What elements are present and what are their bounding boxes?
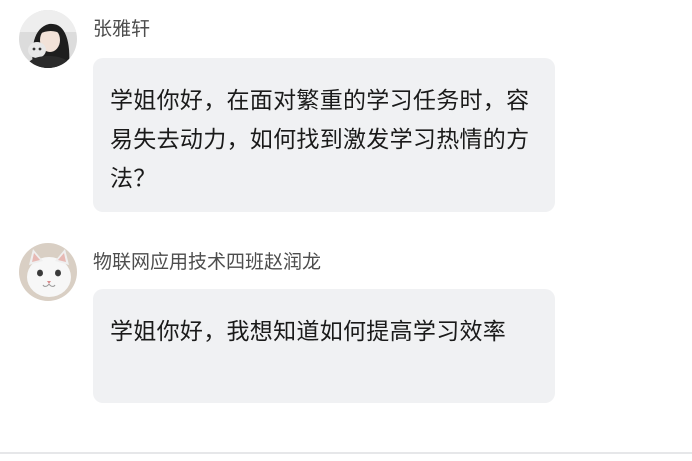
sender-name[interactable]: 物联网应用技术四班赵润龙: [93, 250, 321, 274]
message-bubble: 学姐你好，在面对繁重的学习任务时，容易失去动力，如何找到激发学习热情的方法？: [93, 58, 555, 212]
message-bubble: 学姐你好，我想知道如何提高学习效率: [93, 289, 555, 403]
sender-name[interactable]: 张雅轩: [93, 17, 150, 41]
avatar-photo-girl-icon: [19, 10, 77, 68]
avatar[interactable]: [19, 10, 77, 68]
divider: [0, 452, 692, 454]
avatar[interactable]: [19, 243, 77, 301]
avatar-photo-cat-icon: [19, 243, 77, 301]
chat-message-list: 张雅轩 学姐你好，在面对繁重的学习任务时，容易失去动力，如何找到激发学习热情的方…: [0, 0, 692, 461]
